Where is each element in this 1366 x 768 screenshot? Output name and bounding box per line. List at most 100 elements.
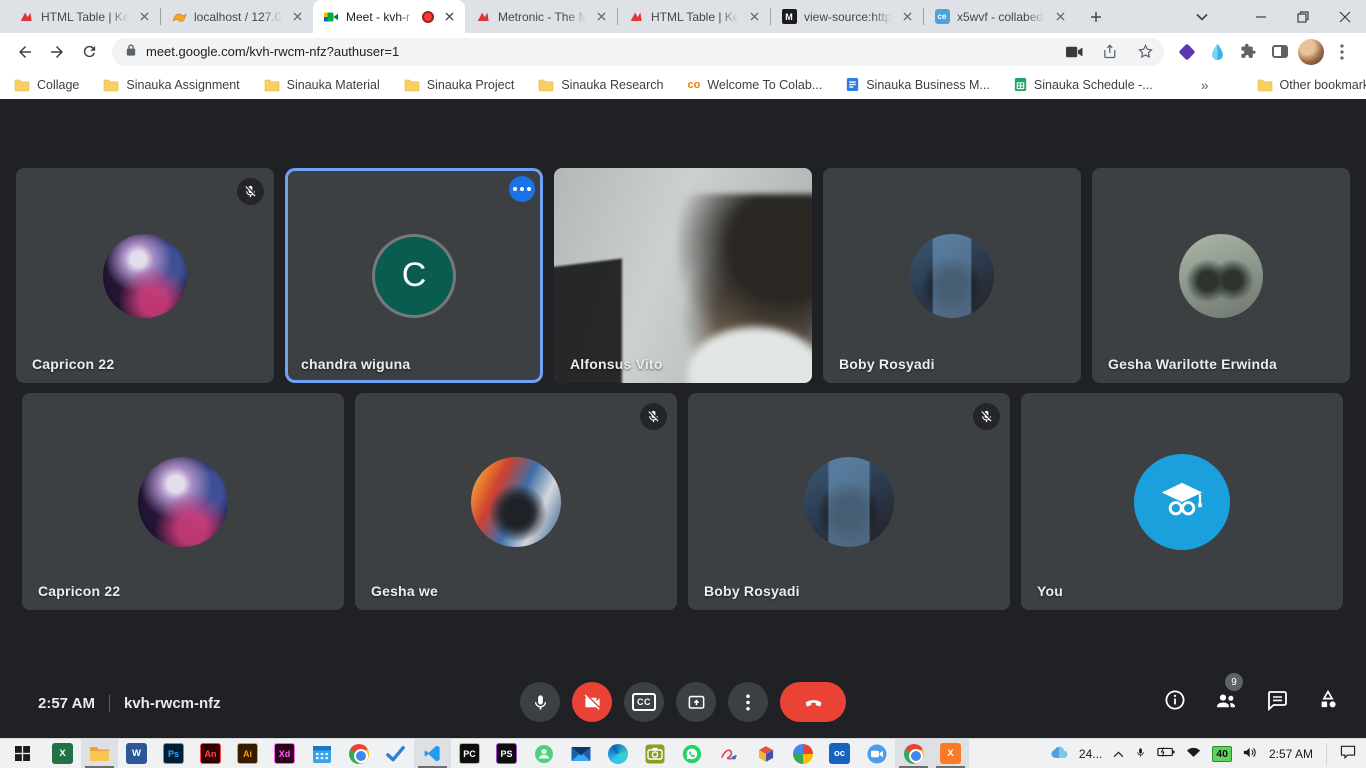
participant-tile-gesha-we[interactable]: Gesha we (355, 393, 677, 610)
taskbar-app-chrome-2[interactable] (895, 739, 932, 768)
taskbar-app-xampp[interactable]: X (932, 739, 969, 768)
tab-close-icon[interactable] (1052, 8, 1069, 25)
taskbar-app-pycharm[interactable]: PC (451, 739, 488, 768)
participant-name: You (1037, 583, 1063, 599)
share-icon[interactable] (1097, 39, 1123, 65)
taskbar-app-animate[interactable]: An (192, 739, 229, 768)
taskbar-app-phpstorm[interactable]: PS (488, 739, 525, 768)
extensions-puzzle-icon[interactable] (1234, 37, 1263, 66)
taskbar-app-open-camera[interactable] (636, 739, 673, 768)
present-button[interactable] (676, 682, 716, 722)
tray-wifi-icon[interactable] (1186, 746, 1201, 761)
bookmarks-overflow-chevron[interactable]: » (1201, 77, 1209, 93)
start-button[interactable] (0, 739, 44, 768)
reload-button[interactable] (74, 37, 104, 67)
bookmark-folder-assignment[interactable]: Sinauka Assignment (103, 78, 239, 92)
taskbar-app-zoom[interactable] (858, 739, 895, 768)
drop-extension-icon[interactable] (1203, 37, 1232, 66)
chat-button[interactable] (1265, 688, 1289, 712)
taskbar-app-illustrator[interactable]: Ai (229, 739, 266, 768)
taskbar-app-excel[interactable]: X (44, 739, 81, 768)
bookmark-star-icon[interactable] (1132, 39, 1158, 65)
weather-icon[interactable] (1050, 745, 1068, 763)
tray-clock[interactable]: 2:57 AM (1269, 747, 1313, 761)
other-bookmarks[interactable]: Other bookmarks (1257, 78, 1366, 92)
participant-tile-capricon22[interactable]: Capricon 22 (16, 168, 274, 383)
tab-view-source[interactable]: M view-source:http (771, 0, 923, 33)
participant-tile-boby-2[interactable]: Boby Rosyadi (688, 393, 1010, 610)
tab-close-icon[interactable] (136, 8, 153, 25)
bookmark-folder-collage[interactable]: Collage (14, 78, 79, 92)
taskbar-app-todo-check[interactable] (377, 739, 414, 768)
tray-microphone-icon[interactable] (1135, 745, 1146, 763)
participant-tile-boby[interactable]: Boby Rosyadi (823, 168, 1081, 383)
tab-close-icon[interactable] (899, 8, 916, 25)
taskbar-app-photos[interactable] (784, 739, 821, 768)
activities-button[interactable] (1316, 688, 1340, 712)
taskbar-app-whatsapp[interactable] (673, 739, 710, 768)
notification-center-icon[interactable] (1340, 745, 1356, 762)
address-bar[interactable]: meet.google.com/kvh-rwcm-nfz?authuser=1 (112, 38, 1164, 66)
participant-tile-chandra[interactable]: C chandra wiguna (285, 168, 543, 383)
taskbar-app-edge[interactable] (599, 739, 636, 768)
tab-html-table-1[interactable]: HTML Table | Kee (8, 0, 160, 33)
taskbar-app-adobe-xd[interactable]: Xd (266, 739, 303, 768)
participant-tile-capricon22-2[interactable]: Capricon 22 (22, 393, 344, 610)
tab-search-caret-button[interactable] (1184, 0, 1220, 33)
profile-avatar[interactable] (1296, 37, 1325, 66)
bookmark-welcome-colab[interactable]: co Welcome To Colab... (687, 78, 822, 92)
bookmark-folder-research[interactable]: Sinauka Research (538, 78, 663, 92)
taskbar-app-photoshop[interactable]: Ps (155, 739, 192, 768)
participant-tile-you[interactable]: You (1021, 393, 1343, 610)
browser-menu-kebab-icon[interactable] (1327, 37, 1356, 66)
participant-tile-gesha-warilotte[interactable]: Gesha Warilotte Erwinda (1092, 168, 1350, 383)
taskbar-app-word[interactable]: W (118, 739, 155, 768)
tab-close-icon[interactable] (441, 8, 458, 25)
close-window-button[interactable] (1324, 0, 1366, 33)
bookmark-schedule[interactable]: Sinauka Schedule -... (1014, 77, 1153, 92)
camera-access-icon[interactable] (1062, 39, 1088, 65)
meeting-code: kvh-rwcm-nfz (124, 695, 221, 712)
taskbar-app-vscode[interactable] (414, 739, 451, 768)
camera-off-button[interactable] (572, 682, 612, 722)
taskbar-app-chrome[interactable] (340, 739, 377, 768)
new-tab-button[interactable] (1082, 3, 1110, 31)
restore-button[interactable] (1282, 0, 1324, 33)
back-button[interactable] (10, 37, 40, 67)
tab-html-table-2[interactable]: HTML Table | Kee (618, 0, 770, 33)
bookmark-business[interactable]: Sinauka Business M... (846, 77, 990, 92)
meeting-details-button[interactable] (1163, 688, 1187, 712)
tab-meet-active[interactable]: Meet - kvh-r (313, 0, 465, 33)
tab-metronic[interactable]: Metronic - The M (465, 0, 617, 33)
taskbar-app-mail[interactable] (562, 739, 599, 768)
tray-battery-icon[interactable] (1157, 746, 1175, 761)
tray-chevron-up-icon[interactable] (1113, 747, 1124, 761)
participants-button[interactable]: 9 (1214, 688, 1238, 712)
participant-tile-alfonsus-video[interactable]: Alfonsus Vito (554, 168, 812, 383)
taskbar-app-cube[interactable] (747, 739, 784, 768)
tab-localhost[interactable]: localhost / 127.0. (161, 0, 313, 33)
tray-volume-icon[interactable] (1243, 746, 1258, 762)
weather-temperature[interactable]: 24... (1079, 747, 1102, 761)
end-call-button[interactable] (780, 682, 846, 722)
bookmark-folder-project[interactable]: Sinauka Project (404, 78, 515, 92)
battery-percent-badge[interactable]: 40 (1212, 746, 1232, 762)
divider (109, 695, 110, 712)
tab-close-icon[interactable] (593, 8, 610, 25)
taskbar-app-green[interactable] (525, 739, 562, 768)
tab-close-icon[interactable] (746, 8, 763, 25)
taskbar-app-file-explorer[interactable] (81, 739, 118, 768)
taskbar-app-calendar[interactable] (303, 739, 340, 768)
bookmark-folder-material[interactable]: Sinauka Material (264, 78, 380, 92)
minimize-button[interactable] (1240, 0, 1282, 33)
microphone-button[interactable] (520, 682, 560, 722)
captions-button[interactable]: CC (624, 682, 664, 722)
tab-close-icon[interactable] (289, 8, 306, 25)
tab-collabedit[interactable]: ce x5wvf - collabedi (924, 0, 1076, 33)
vpn-extension-icon[interactable] (1172, 37, 1201, 66)
more-options-button[interactable] (728, 682, 768, 722)
taskbar-app-oc[interactable]: oc (821, 739, 858, 768)
forward-button[interactable] (42, 37, 72, 67)
taskbar-app-ribbon[interactable] (710, 739, 747, 768)
side-panel-icon[interactable] (1265, 37, 1294, 66)
